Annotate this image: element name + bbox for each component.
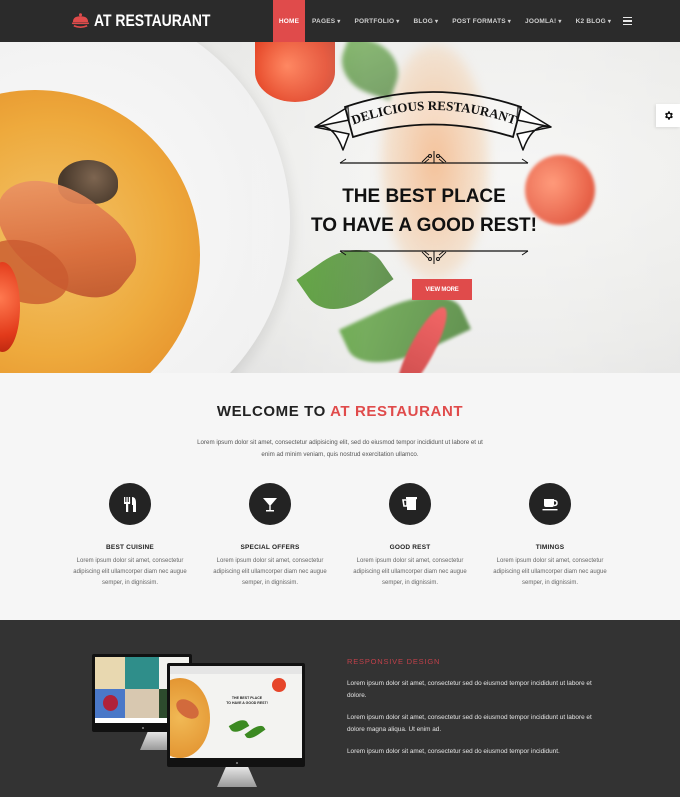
view-more-button[interactable]: VIEW MORE <box>412 279 472 300</box>
settings-toggle-button[interactable] <box>656 104 680 127</box>
chevron-down-icon: ▾ <box>435 18 439 25</box>
nav-label: JOOMLA! <box>525 17 557 25</box>
nav-label: PAGES <box>312 17 336 25</box>
mockup-text: TO HAVE A GOOD REST! <box>226 701 268 705</box>
hamburger-icon[interactable] <box>618 0 637 42</box>
nav-label: HOME <box>278 17 300 25</box>
logo-text: AT RESTAURANT <box>94 11 211 30</box>
welcome-title-accent: AT RESTAURANT <box>330 403 464 420</box>
feature-text: Lorem ipsum dolor sit amet, consectetur … <box>213 558 327 586</box>
cocktail-glass-icon <box>249 483 291 525</box>
nav-item-joomla[interactable]: JOOMLA! ▾ <box>518 0 569 42</box>
nav-item-post-formats[interactable]: POST FORMATS ▾ <box>445 0 518 42</box>
chevron-down-icon: ▾ <box>607 18 612 25</box>
feature-title: BEST CUISINE <box>106 544 154 551</box>
feature-best-cuisine: BEST CUISINE Lorem ipsum dolor sit amet,… <box>60 483 200 589</box>
ornament-divider <box>339 250 529 264</box>
nav-item-k2-blog[interactable]: K2 BLOG ▾ <box>569 0 619 42</box>
nav-label: POST FORMATS <box>452 17 506 25</box>
site-logo[interactable]: AT RESTAURANT <box>71 9 236 33</box>
welcome-section: WELCOME TO AT RESTAURANT Lorem ipsum dol… <box>0 373 680 620</box>
feature-title: GOOD REST <box>389 544 431 551</box>
feature-text: Lorem ipsum dolor sit amet, consectetur … <box>493 558 607 586</box>
features-list: BEST CUISINE Lorem ipsum dolor sit amet,… <box>60 483 620 589</box>
chevron-down-icon: ▾ <box>507 18 512 25</box>
monitor-stand <box>217 767 257 787</box>
feature-timings: TIMINGS Lorem ipsum dolor sit amet, cons… <box>480 483 620 589</box>
welcome-intro: Lorem ipsum dolor sit amet, consectetur … <box>197 439 483 458</box>
hero-slider: DELICIOUS RESTAURANT THE BEST PLACE TO H… <box>0 42 680 373</box>
feature-good-rest: GOOD REST Lorem ipsum dolor sit amet, co… <box>340 483 480 589</box>
feature-title: SPECIAL OFFERS <box>240 544 300 551</box>
chevron-down-icon: ▾ <box>337 18 341 25</box>
hero-title-line1: THE BEST PLACE <box>342 186 506 207</box>
responsive-paragraph: Lorem ipsum dolor sit amet, consectetur … <box>347 680 592 699</box>
feature-title: TIMINGS <box>535 544 565 551</box>
responsive-section: THE BEST PLACE TO HAVE A GOOD REST! RESP… <box>0 620 680 797</box>
feature-text: Lorem ipsum dolor sit amet, consectetur … <box>73 558 187 586</box>
feature-text: Lorem ipsum dolor sit amet, consectetur … <box>353 558 467 586</box>
site-header: AT RESTAURANT HOME PAGES ▾ PORTFOLIO ▾ BLO… <box>0 0 680 42</box>
cloche-icon <box>71 13 90 29</box>
nav-item-home[interactable]: HOME <box>273 0 305 42</box>
feature-special-offers: SPECIAL OFFERS Lorem ipsum dolor sit ame… <box>200 483 340 589</box>
nav-item-portfolio[interactable]: PORTFOLIO ▾ <box>348 0 407 42</box>
nav-item-blog[interactable]: BLOG ▾ <box>406 0 445 42</box>
responsive-paragraph: Lorem ipsum dolor sit amet, consectetur … <box>347 748 560 755</box>
hero-title: THE BEST PLACE TO HAVE A GOOD REST! <box>300 182 548 240</box>
monitor-mockup-front: THE BEST PLACE TO HAVE A GOOD REST! <box>167 663 305 767</box>
main-nav: HOME PAGES ▾ PORTFOLIO ▾ BLOG ▾ POST FORMAT… <box>273 0 637 42</box>
chevron-down-icon: ▾ <box>558 18 562 25</box>
responsive-title: RESPONSIVE DESIGN <box>347 657 441 666</box>
ornament-divider <box>339 151 529 164</box>
hero-title-line2: TO HAVE A GOOD REST! <box>311 215 537 236</box>
nav-label: K2 BLOG <box>575 17 606 25</box>
beer-mug-icon <box>389 483 431 525</box>
welcome-title: WELCOME TO AT RESTAURANT <box>0 403 680 420</box>
welcome-title-prefix: WELCOME TO <box>216 403 326 420</box>
coffee-cup-icon <box>529 483 571 525</box>
chevron-down-icon: ▾ <box>396 18 400 25</box>
nav-item-pages[interactable]: PAGES ▾ <box>305 0 348 42</box>
responsive-paragraph: Lorem ipsum dolor sit amet, consectetur … <box>347 714 592 733</box>
nav-label: BLOG <box>413 17 434 25</box>
nav-label: PORTFOLIO <box>354 17 395 25</box>
cutlery-icon <box>109 483 151 525</box>
gear-icon <box>664 111 673 120</box>
